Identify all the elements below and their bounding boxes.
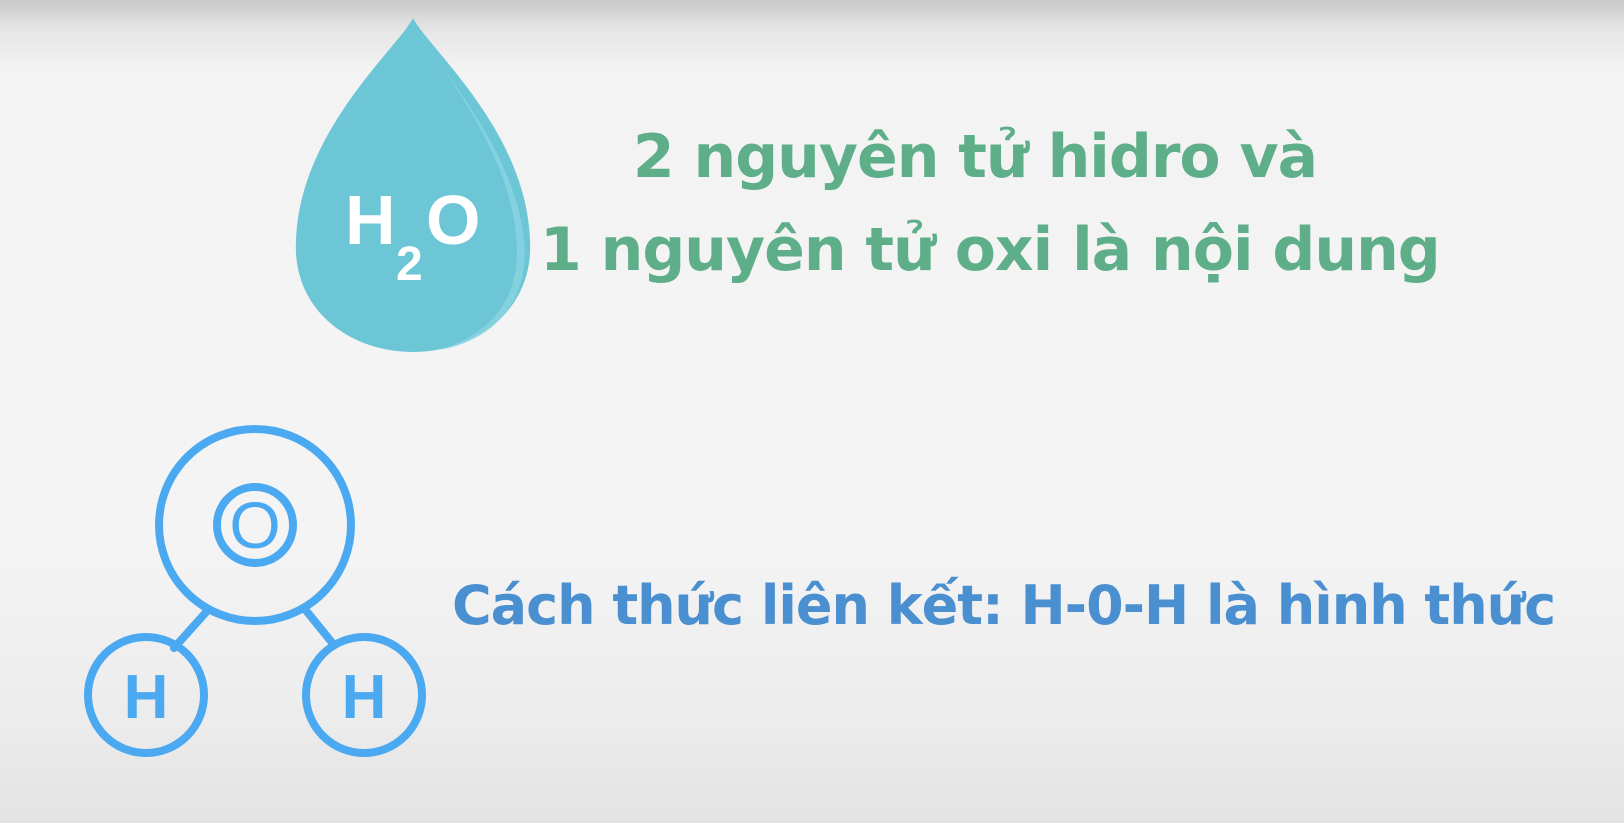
drop-symbol-o: O [426,181,480,259]
drop-symbol-subscript: 2 [396,238,423,291]
drop-symbol-h: H [345,181,396,259]
headline-line-1: 2 nguyên tử hidro và [632,122,1318,192]
headline-line-2: 1 nguyên tử oxi là nội dung [540,215,1441,285]
bond-line-left [170,606,212,652]
slide: H 2 O O H H 2 nguyên tử hidro và 1 nguyê… [0,0,1624,823]
hydrogen-label-left: H [124,663,169,732]
bond-line-right [300,604,338,649]
water-drop-icon: H 2 O [295,18,531,352]
water-drop-shape [295,18,531,352]
oxygen-label: O [229,488,280,562]
hydrogen-label-right: H [342,663,387,732]
bond-description: Cách thức liên kết: H-0-H là hình thức [452,574,1556,637]
